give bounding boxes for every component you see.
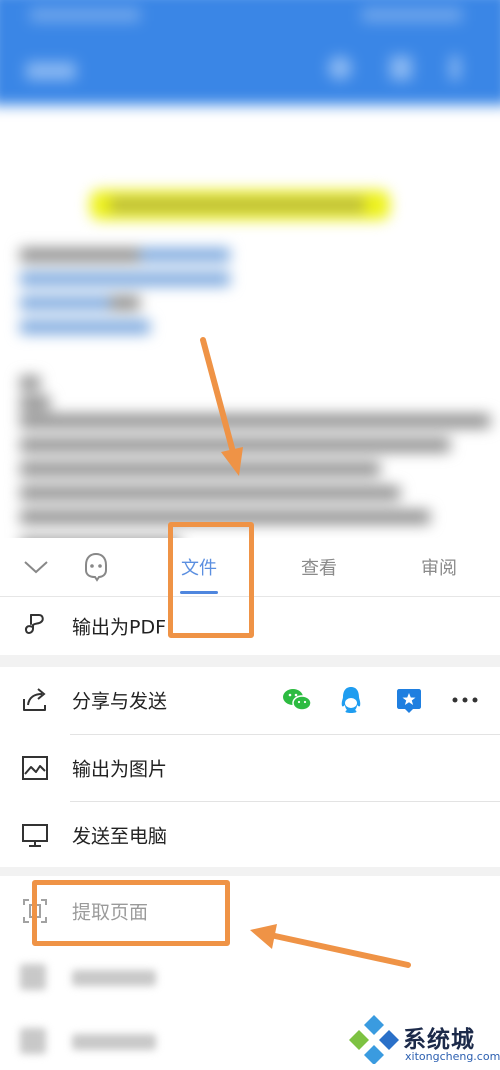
annotation-arrowhead-down — [221, 447, 243, 476]
annotation-arrow-down — [200, 337, 236, 455]
watermark-logo-icon — [349, 1015, 399, 1065]
annotation-arrow-left — [272, 933, 411, 968]
watermark-brand: 系统城 — [403, 1027, 475, 1053]
annotation-arrows — [200, 337, 411, 968]
annotation-arrowhead-left — [250, 924, 277, 949]
watermark-url: xitongcheng.com — [405, 1050, 500, 1063]
